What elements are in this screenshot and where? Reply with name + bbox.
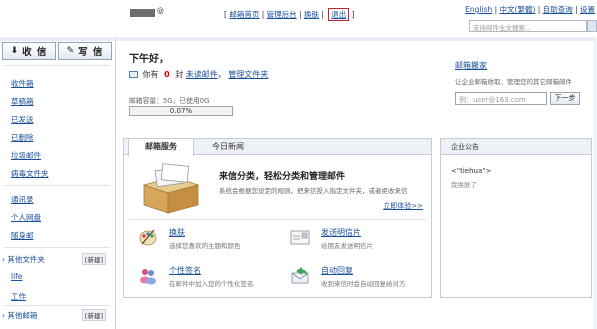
top-bar: @ [ 邮箱首页 | 管理后台 | 换肤 | 退出 ] English | 中文… (0, 0, 597, 37)
skin-service-desc: 选择您喜欢的主题和颜色 (169, 242, 241, 250)
sidebar-item-netdisk[interactable]: 个人网盘 (11, 212, 41, 223)
nav-separator: | (299, 10, 302, 19)
admin-console-link[interactable]: 管理后台 (267, 10, 297, 19)
write-mail-button[interactable]: ✎ 写 信 (58, 42, 112, 60)
sidebar-item-sent[interactable]: 已发送 (11, 114, 34, 125)
bracket-open: [ (224, 10, 227, 19)
bracket-close: ] (351, 10, 355, 19)
notice-author[interactable]: <"tiehua"> (451, 167, 491, 175)
postcard-service-desc: 给朋友发送明信片 (321, 242, 373, 250)
service-signature: 个性签名 在邮件中加入您的个性化签名 (138, 265, 278, 293)
service-auto-reply: 自动回复 收到来信时会自动回复给对方 (290, 265, 430, 293)
mailbox-migration-text: 让企业邮箱收取、管理您的其它邮箱邮件 (455, 78, 572, 86)
palette-icon (139, 229, 157, 246)
postcard-service-link[interactable]: 发送明信片 (321, 227, 361, 238)
traditional-chinese-link[interactable]: 中文(繁體) (500, 5, 536, 14)
top-nav: [ 邮箱首页 | 管理后台 | 换肤 | 退出 ] (224, 8, 355, 21)
download-icon: ⬇ (10, 46, 20, 56)
sidebar-item-deleted[interactable]: 已删除 (11, 132, 34, 143)
new-mailbox-button[interactable]: [新建] (81, 309, 106, 321)
receive-mail-button[interactable]: ⬇ 收 信 (2, 42, 56, 60)
sidebar-divider (4, 65, 110, 66)
mail-sort-box-icon (142, 163, 200, 214)
sidebar-border (115, 37, 116, 329)
main-top-strip (116, 37, 597, 41)
service-postcard: 发送明信片 给朋友发送明信片 (290, 227, 430, 255)
logout-link[interactable]: 退出 (328, 8, 350, 21)
sidebar-item-inbox[interactable]: 收件箱 (11, 78, 34, 89)
sidebar-divider (4, 185, 110, 186)
sidebar-divider (4, 305, 110, 306)
company-notice-panel: 企业公告 <"tiehua"> 我换肤了 (440, 138, 592, 298)
search-button[interactable] (587, 20, 597, 32)
sidebar-item-virus[interactable]: 病毒文件夹 (11, 168, 49, 179)
nav-separator: | (261, 10, 265, 19)
new-folder-button[interactable]: [新建] (81, 253, 106, 265)
sidebar-item-mobile-mail[interactable]: 随身邮 (11, 230, 34, 241)
feature-description: 系统会根据您设定的规则，把来信投入指定文件夹，或者拒收来信 (219, 187, 408, 195)
expand-arrow-icon: › (2, 311, 5, 320)
mail-search-input[interactable]: 支持邮件全文搜索... (469, 20, 587, 32)
sidebar-top-strip (0, 37, 114, 41)
service-panel: 邮箱服务 今日新闻 来信分类，轻松分类和管理邮件 系统会根据您设定的规则，把来信… (123, 138, 432, 298)
service-skin: 换肤 选择您喜欢的主题和颜色 (138, 227, 278, 255)
auto-reply-icon (291, 267, 309, 284)
unread-summary: 你有 0 封 未读邮件， 管理文件夹 (129, 69, 268, 80)
sidebar-folder-life[interactable]: life (11, 272, 22, 281)
english-link[interactable]: English (465, 5, 492, 14)
auto-reply-service-desc: 收到来信时会自动回复给对方 (321, 280, 406, 288)
unread-unit: 封 (175, 70, 184, 79)
sidebar-item-drafts[interactable]: 草稿箱 (11, 96, 34, 107)
feature-title: 来信分类，轻松分类和管理邮件 (219, 172, 346, 182)
quota-progress-bar: 0.07% (129, 106, 233, 116)
other-folders-row[interactable]: › 其他文件夹 [新建] (2, 253, 110, 265)
skin-service-link[interactable]: 换肤 (169, 227, 185, 238)
migration-email-input[interactable]: 例：user@163.com (455, 92, 547, 105)
greeting: 下午好， (129, 54, 169, 65)
quota-label: 邮箱容量：5G，已使用0G (129, 97, 210, 105)
sidebar-item-spam[interactable]: 垃圾邮件 (11, 150, 41, 161)
panel-tab-bar: 邮箱服务 今日新闻 (124, 139, 431, 156)
other-folders-label: 其他文件夹 (7, 255, 45, 264)
mailbox-home-link[interactable]: 邮箱首页 (229, 10, 259, 19)
sidebar: ⬇ 收 信 ✎ 写 信 收件箱 草稿箱 已发送 已删除 垃圾邮件 病毒文件夹 通… (0, 37, 114, 329)
user-email-suffix: @ (157, 7, 164, 15)
notice-content: 我换肤了 (451, 181, 477, 189)
settings-link[interactable]: 设置 (580, 5, 595, 14)
nav-separator: | (321, 10, 324, 19)
right-scroll-edge (593, 37, 597, 329)
next-step-button[interactable]: 下一步 (550, 92, 580, 105)
receive-mail-label: 收 信 (22, 47, 48, 58)
manage-folders-link[interactable]: 管理文件夹 (228, 70, 268, 79)
user-name-redacted (130, 9, 155, 17)
panel-divider (129, 219, 426, 220)
self-service-link[interactable]: 自助查询 (543, 5, 573, 14)
unread-count: 0 (164, 70, 170, 79)
people-icon (140, 269, 156, 285)
unread-prefix: 你有 (142, 70, 159, 79)
write-mail-label: 写 信 (78, 47, 104, 58)
try-now-link[interactable]: 立即体验>> (383, 201, 423, 211)
signature-service-link[interactable]: 个性签名 (169, 265, 201, 276)
signature-service-desc: 在邮件中加入您的个性化签名 (169, 280, 254, 288)
tab-today-news[interactable]: 今日新闻 (196, 139, 260, 155)
other-mailboxes-label: 其他邮箱 (7, 311, 38, 320)
tab-mail-services[interactable]: 邮箱服务 (128, 139, 194, 156)
postcard-icon (290, 230, 310, 245)
expand-arrow-icon: › (2, 255, 5, 264)
sidebar-divider (4, 247, 110, 248)
auto-reply-service-link[interactable]: 自动回复 (321, 265, 353, 276)
change-skin-link[interactable]: 换肤 (304, 10, 319, 19)
mailbox-migration-link[interactable]: 邮箱搬家 (455, 60, 487, 71)
sidebar-folder-work[interactable]: 工作 (11, 291, 26, 302)
unread-mail-link[interactable]: 未读邮件 (186, 70, 218, 79)
sidebar-item-contacts[interactable]: 通讯录 (11, 194, 34, 205)
envelope-icon (129, 71, 138, 78)
other-mailboxes-row[interactable]: › 其他邮箱 [新建] (2, 309, 110, 321)
compose-icon: ✎ (66, 46, 76, 56)
top-right-links: English | 中文(繁體) | 自助查询 | 设置 (465, 5, 595, 14)
unread-comma: ， (217, 70, 226, 79)
company-notice-title: 企业公告 (441, 139, 591, 155)
